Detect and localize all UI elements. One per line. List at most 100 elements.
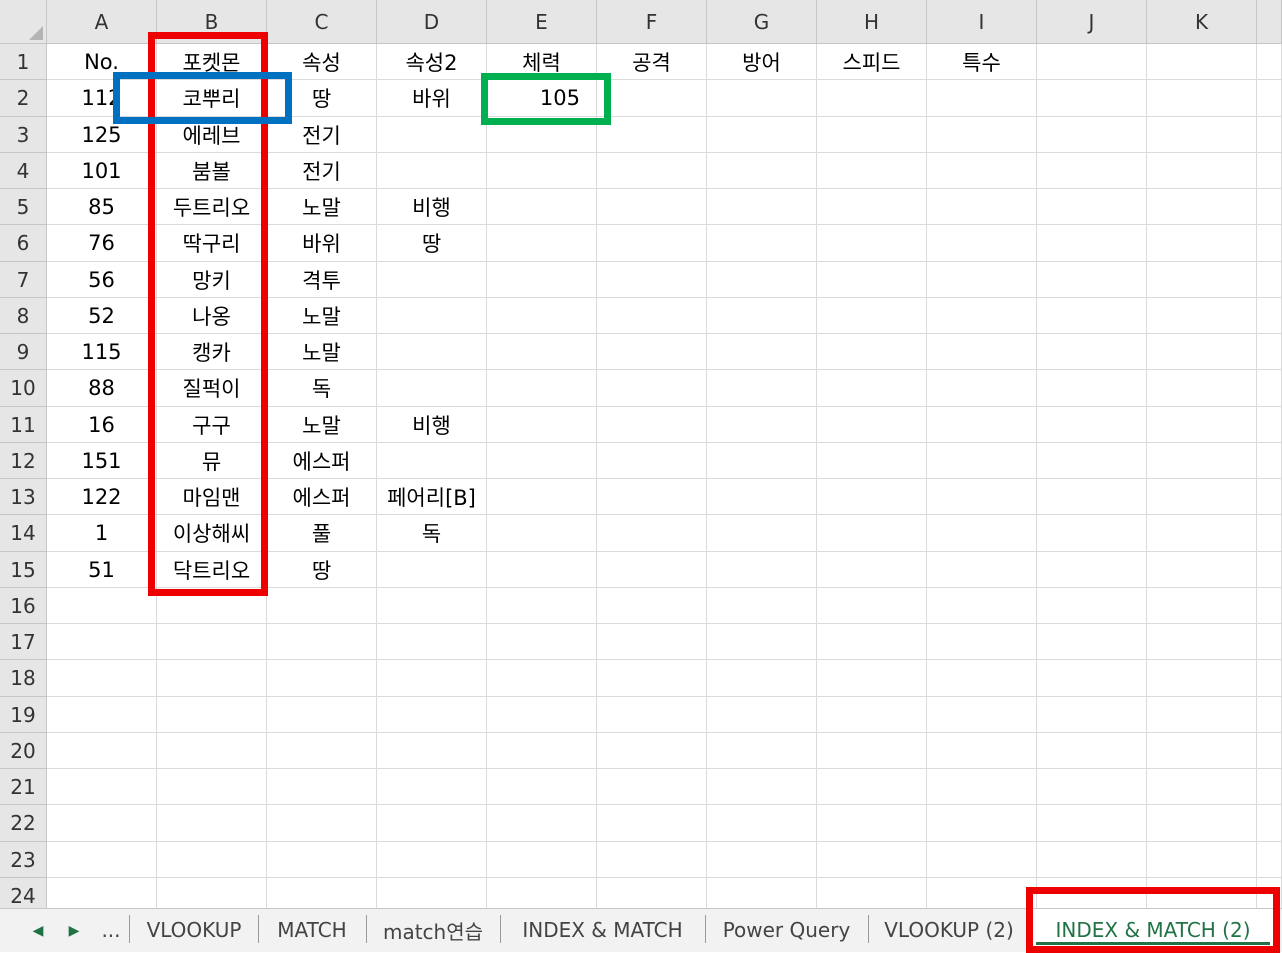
row-header-20[interactable]: 20: [0, 733, 47, 769]
cell-b13[interactable]: 마임맨: [157, 479, 267, 515]
row-header-3[interactable]: 3: [0, 117, 47, 153]
cell-d18[interactable]: [377, 660, 487, 697]
cell-overflow-5[interactable]: [1257, 189, 1282, 225]
cell-k3[interactable]: [1147, 117, 1257, 153]
cell-c6[interactable]: 바위: [267, 225, 377, 262]
sheet-tab-2[interactable]: MATCH: [258, 909, 366, 951]
cell-h6[interactable]: [817, 225, 927, 262]
cell-d11[interactable]: 비행: [377, 407, 487, 443]
cell-c19[interactable]: [267, 697, 377, 733]
cell-b11[interactable]: 구구: [157, 407, 267, 443]
cell-c16[interactable]: [267, 588, 377, 624]
cell-g14[interactable]: [707, 515, 817, 552]
cell-k4[interactable]: [1147, 153, 1257, 189]
cell-e6[interactable]: [487, 225, 597, 262]
cell-overflow-1[interactable]: [1257, 44, 1282, 80]
cell-a8[interactable]: 52: [47, 298, 157, 334]
cell-c10[interactable]: 독: [267, 370, 377, 407]
cell-b6[interactable]: 딱구리: [157, 225, 267, 262]
cell-g18[interactable]: [707, 660, 817, 697]
cell-i1[interactable]: 특수: [927, 44, 1037, 80]
cell-k8[interactable]: [1147, 298, 1257, 334]
cell-f15[interactable]: [597, 552, 707, 588]
cell-j15[interactable]: [1037, 552, 1147, 588]
cell-c4[interactable]: 전기: [267, 153, 377, 189]
cell-d1[interactable]: 속성2: [377, 44, 487, 80]
sheet-tab-7[interactable]: INDEX & MATCH (2): [1030, 909, 1276, 951]
more-tabs-button[interactable]: ...: [94, 909, 128, 951]
cell-j5[interactable]: [1037, 189, 1147, 225]
cell-k15[interactable]: [1147, 552, 1257, 588]
cell-i21[interactable]: [927, 769, 1037, 805]
cell-overflow-14[interactable]: [1257, 515, 1282, 552]
row-header-12[interactable]: 12: [0, 443, 47, 479]
cell-e15[interactable]: [487, 552, 597, 588]
cell-j13[interactable]: [1037, 479, 1147, 515]
cell-f12[interactable]: [597, 443, 707, 479]
cell-h1[interactable]: 스피드: [817, 44, 927, 80]
cell-d16[interactable]: [377, 588, 487, 624]
cell-k7[interactable]: [1147, 262, 1257, 298]
cell-overflow-12[interactable]: [1257, 443, 1282, 479]
cell-h22[interactable]: [817, 805, 927, 842]
cell-k1[interactable]: [1147, 44, 1257, 80]
cell-overflow-2[interactable]: [1257, 80, 1282, 117]
sheet-tab-3[interactable]: match연습: [366, 909, 500, 951]
cell-j10[interactable]: [1037, 370, 1147, 407]
cell-k5[interactable]: [1147, 189, 1257, 225]
cell-b3[interactable]: 에레브: [157, 117, 267, 153]
row-header-2[interactable]: 2: [0, 80, 47, 117]
cell-f8[interactable]: [597, 298, 707, 334]
cell-i5[interactable]: [927, 189, 1037, 225]
cell-h18[interactable]: [817, 660, 927, 697]
cell-d22[interactable]: [377, 805, 487, 842]
cell-b21[interactable]: [157, 769, 267, 805]
cell-g6[interactable]: [707, 225, 817, 262]
cell-h14[interactable]: [817, 515, 927, 552]
cell-c18[interactable]: [267, 660, 377, 697]
select-all-corner[interactable]: [0, 0, 47, 44]
row-header-22[interactable]: 22: [0, 805, 47, 842]
column-header-b[interactable]: B: [157, 0, 267, 44]
cell-overflow-3[interactable]: [1257, 117, 1282, 153]
cell-overflow-18[interactable]: [1257, 660, 1282, 697]
cell-c23[interactable]: [267, 842, 377, 878]
cell-i11[interactable]: [927, 407, 1037, 443]
cell-i13[interactable]: [927, 479, 1037, 515]
cell-a18[interactable]: [47, 660, 157, 697]
cell-g3[interactable]: [707, 117, 817, 153]
cell-overflow-8[interactable]: [1257, 298, 1282, 334]
cell-overflow-22[interactable]: [1257, 805, 1282, 842]
sheet-tab-1[interactable]: VLOOKUP: [130, 909, 258, 951]
row-header-21[interactable]: 21: [0, 769, 47, 805]
cell-b17[interactable]: [157, 624, 267, 660]
cell-j16[interactable]: [1037, 588, 1147, 624]
row-header-4[interactable]: 4: [0, 153, 47, 189]
cell-e17[interactable]: [487, 624, 597, 660]
cell-h20[interactable]: [817, 733, 927, 769]
cell-g13[interactable]: [707, 479, 817, 515]
cell-f6[interactable]: [597, 225, 707, 262]
cell-b12[interactable]: 뮤: [157, 443, 267, 479]
cell-j9[interactable]: [1037, 334, 1147, 370]
cell-j21[interactable]: [1037, 769, 1147, 805]
cell-d12[interactable]: [377, 443, 487, 479]
cell-f18[interactable]: [597, 660, 707, 697]
cell-a22[interactable]: [47, 805, 157, 842]
cell-f21[interactable]: [597, 769, 707, 805]
cell-overflow-19[interactable]: [1257, 697, 1282, 733]
cell-j14[interactable]: [1037, 515, 1147, 552]
cell-j4[interactable]: [1037, 153, 1147, 189]
cell-a19[interactable]: [47, 697, 157, 733]
cell-f14[interactable]: [597, 515, 707, 552]
cell-e2[interactable]: 105: [487, 80, 597, 117]
cell-e23[interactable]: [487, 842, 597, 878]
cell-f20[interactable]: [597, 733, 707, 769]
cell-e18[interactable]: [487, 660, 597, 697]
cell-d13[interactable]: 페어리[B]: [377, 479, 487, 515]
cell-c13[interactable]: 에스퍼: [267, 479, 377, 515]
cell-f10[interactable]: [597, 370, 707, 407]
cell-a16[interactable]: [47, 588, 157, 624]
cell-i14[interactable]: [927, 515, 1037, 552]
cell-e7[interactable]: [487, 262, 597, 298]
